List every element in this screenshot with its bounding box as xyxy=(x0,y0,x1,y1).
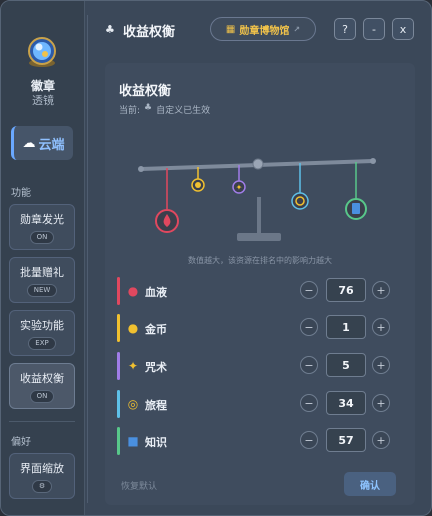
app-logo-icon xyxy=(28,37,56,67)
increment-button[interactable]: + xyxy=(372,281,390,299)
decrement-button[interactable]: − xyxy=(300,281,318,299)
weight-value-input[interactable]: 1 xyxy=(326,315,366,339)
weight-stepper: − 57 + xyxy=(300,427,398,455)
sidebar-item-experimental[interactable]: 实验功能 EXP xyxy=(9,310,75,356)
museum-icon: ▦ xyxy=(225,23,236,35)
row-color-bar xyxy=(117,277,120,305)
weight-hint: 数值越大，该资源在排名中的影响力越大 xyxy=(188,256,332,265)
weight-value-input[interactable]: 5 xyxy=(326,353,366,377)
page-title: 收益权衡 xyxy=(123,25,176,40)
decrement-button[interactable]: − xyxy=(300,394,318,412)
users-icon: ♣ xyxy=(105,23,115,36)
weight-row-knowledge: ■ 知识 − 57 + xyxy=(117,426,407,456)
coin-bag-icon: ● xyxy=(127,321,139,335)
sidebar-item-label: 界面缩放 xyxy=(20,461,64,475)
weight-value-input[interactable]: 34 xyxy=(326,391,366,415)
increment-button[interactable]: + xyxy=(372,394,390,412)
sidebar-item-badge-glow[interactable]: 勋章发光 ON xyxy=(9,204,75,250)
decrement-button[interactable]: − xyxy=(300,318,318,336)
weight-value-input[interactable]: 57 xyxy=(326,428,366,452)
status-badge: EXP xyxy=(28,336,56,350)
reset-default-button[interactable]: 恢复默认 xyxy=(121,479,157,492)
row-color-bar xyxy=(117,314,120,342)
weight-stepper: − 34 + xyxy=(300,390,398,418)
status-badge: ON xyxy=(29,389,55,403)
book-icon: ■ xyxy=(127,434,139,448)
vertical-divider xyxy=(87,15,88,503)
museum-link-button[interactable]: ▦ 勋章博物馆 ↗ xyxy=(210,17,316,41)
weight-row-blood: ● 血液 − 76 + xyxy=(117,276,407,306)
panel-title: 收益权衡 xyxy=(119,84,172,99)
weight-row-gold: ● 金币 − 1 + xyxy=(117,313,407,343)
decrement-button[interactable]: − xyxy=(300,356,318,374)
weight-stepper: − 5 + xyxy=(300,352,398,380)
external-link-icon: ↗ xyxy=(293,24,301,34)
help-button[interactable]: ? xyxy=(334,18,356,40)
sidebar-item-ui-zoom[interactable]: 界面缩放 ⚙ xyxy=(9,453,75,499)
weight-label: 旅程 xyxy=(145,399,167,412)
row-color-bar xyxy=(117,390,120,418)
minimize-button[interactable]: - xyxy=(363,18,385,40)
sidebar-divider xyxy=(9,421,75,422)
svg-text:✦: ✦ xyxy=(236,183,243,192)
section-prefs-label: 偏好 xyxy=(11,437,31,448)
row-color-bar xyxy=(117,427,120,455)
current-prefix: 当前: xyxy=(119,106,141,116)
blood-drop-icon: ● xyxy=(127,284,139,298)
weight-label: 金币 xyxy=(145,323,167,336)
spell-sparkle-icon: ✦ xyxy=(127,359,139,373)
status-badge: ON xyxy=(29,230,55,244)
sidebar-item-label: 批量赠礼 xyxy=(20,265,64,279)
sidebar: 徽章 透镜 ☁ 云端 功能 勋章发光 ON 批量赠礼 NEW 实验功能 EXP … xyxy=(1,1,85,515)
status-badge: NEW xyxy=(26,283,58,297)
increment-button[interactable]: + xyxy=(372,431,390,449)
increment-button[interactable]: + xyxy=(372,318,390,336)
close-button[interactable]: x xyxy=(392,18,414,40)
sidebar-item-batch-gift[interactable]: 批量赠礼 NEW xyxy=(9,257,75,303)
gear-icon: ⚙ xyxy=(31,479,53,493)
app-window: 徽章 透镜 ☁ 云端 功能 勋章发光 ON 批量赠礼 NEW 实验功能 EXP … xyxy=(0,0,432,516)
users-icon: ♣ xyxy=(144,103,153,113)
weight-stepper: − 76 + xyxy=(300,277,398,305)
weight-stepper: − 1 + xyxy=(300,314,398,342)
cloud-label: 云端 xyxy=(38,137,65,153)
current-value: 自定义已生效 xyxy=(156,106,211,116)
confirm-button[interactable]: 确认 xyxy=(344,472,396,496)
weight-label: 知识 xyxy=(145,436,167,449)
compass-icon: ◎ xyxy=(127,397,139,411)
cloud-button[interactable]: ☁ 云端 xyxy=(11,126,73,160)
increment-button[interactable]: + xyxy=(372,356,390,374)
sidebar-item-label: 勋章发光 xyxy=(20,212,64,226)
weight-label: 咒术 xyxy=(145,361,167,374)
sidebar-item-revenue-weight[interactable]: 收益权衡 ON xyxy=(9,363,75,409)
weight-value-input[interactable]: 76 xyxy=(326,278,366,302)
app-subtitle: 透镜 xyxy=(32,94,54,107)
weight-row-spell: ✦ 咒术 − 5 + xyxy=(117,351,407,381)
section-features-label: 功能 xyxy=(11,188,31,199)
current-status: 当前: ♣ 自定义已生效 xyxy=(119,103,210,116)
decrement-button[interactable]: − xyxy=(300,431,318,449)
row-color-bar xyxy=(117,352,120,380)
balance-scale-illustration: ✦ xyxy=(138,158,376,241)
weight-label: 血液 xyxy=(145,286,167,299)
museum-label: 勋章博物馆 xyxy=(239,25,290,37)
sidebar-item-label: 实验功能 xyxy=(20,318,64,332)
cloud-icon: ☁ xyxy=(22,135,36,151)
weight-row-journey: ◎ 旅程 − 34 + xyxy=(117,389,407,419)
sidebar-item-label: 收益权衡 xyxy=(20,371,64,385)
